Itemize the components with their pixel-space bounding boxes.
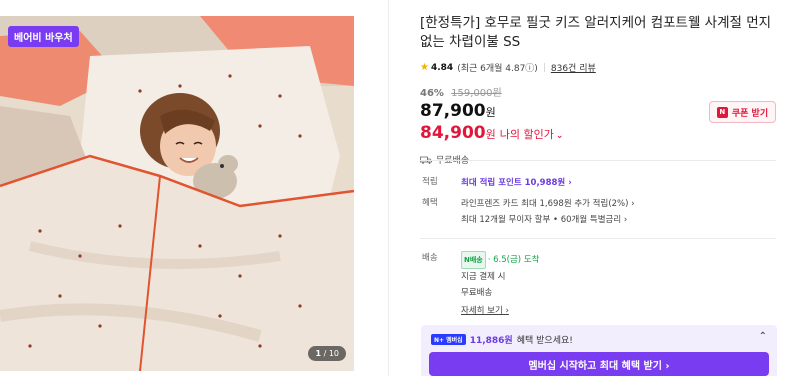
original-price-row: 46% 159,000원 [420,84,780,99]
delivery-free: 무료배송 [461,288,493,298]
delivery-condition: 지금 결제 시 [461,272,506,282]
sale-price-value: 84,900 [420,123,486,143]
points-key: 적립 [422,177,438,187]
delivery-key: 배송 [422,253,438,263]
product-title: [한정특가] 호무로 필굿 키즈 알러지케어 컴포트웰 사계절 먼지없는 차렵이… [420,15,772,50]
product-info: [한정특가] 호무로 필굿 키즈 알러지케어 컴포트웰 사계절 먼지없는 차렵이… [420,14,780,166]
product-image[interactable]: 베어비 바우처 1 / 10 [0,16,354,371]
product-photo-illustration [0,16,354,371]
my-discount-label: 나의 할인가 [499,128,554,141]
image-counter: 1 / 10 [308,346,346,361]
rating-separator: | [542,62,546,73]
price-unit: 원 [485,106,496,119]
star-icon: ★ [420,62,429,73]
chevron-up-icon[interactable]: ⌃ [759,331,767,342]
divider-2 [420,238,776,239]
n-delivery-badge: N배송 [461,251,486,269]
rating-recent[interactable]: (최근 6개월 4.87ⓘ) [457,61,538,74]
benefits-key: 혜택 [422,198,438,208]
installment-benefit-link[interactable]: 최대 12개월 무이자 할부 • 60개월 특별금리 › [461,212,781,228]
membership-panel: N+ 멤버십 11,886원 혜택 받으세요! ⌃ 멤버십 시작하고 최대 혜택… [421,325,777,376]
membership-start-button[interactable]: 멤버십 시작하고 최대 혜택 받기 › [429,352,769,376]
sale-price-unit: 원 [485,128,496,141]
image-counter-total: / 10 [323,349,339,358]
panel-divider [388,0,389,376]
coupon-button[interactable]: N 쿠폰 받기 [709,101,776,123]
rating-row: ★ 4.84 (최근 6개월 4.87ⓘ) | 836건 리뷰 [420,61,780,74]
original-price: 159,000원 [451,88,502,99]
membership-text: 혜택 받으세요! [516,336,573,346]
sale-price-row[interactable]: 84,900 원 나의 할인가 ⌄ [420,123,780,143]
coupon-n-icon: N [716,106,728,118]
discount-percent: 46% [420,88,444,99]
n-plus-membership-icon: N+ 멤버십 [431,334,466,345]
card-benefit-link[interactable]: 라인프렌즈 카드 최대 1,698원 추가 적립(2%) › [461,196,781,212]
coupon-label: 쿠폰 받기 [731,108,769,119]
rating-score: 4.84 [430,62,454,73]
delivery-details-link[interactable]: 자세히 보기 › [461,303,781,319]
voucher-badge: 베어비 바우처 [8,26,79,47]
price-value: 87,900 [420,101,486,121]
points-link[interactable]: 최대 적립 포인트 10,988원 › [461,175,781,191]
review-count-link[interactable]: 836건 리뷰 [551,61,596,74]
image-counter-current: 1 [315,349,322,358]
product-page: 베어비 바우처 1 / 10 [한정특가] 호무로 필굿 키즈 알러지케어 컴포… [0,0,800,376]
chevron-down-icon: ⌄ [555,131,564,141]
divider-1 [420,160,776,161]
membership-amount: 11,886원 [469,336,513,346]
membership-header: N+ 멤버십 11,886원 혜택 받으세요! [431,333,573,346]
delivery-arrival: · 6.5(금) 도착 [487,255,540,265]
